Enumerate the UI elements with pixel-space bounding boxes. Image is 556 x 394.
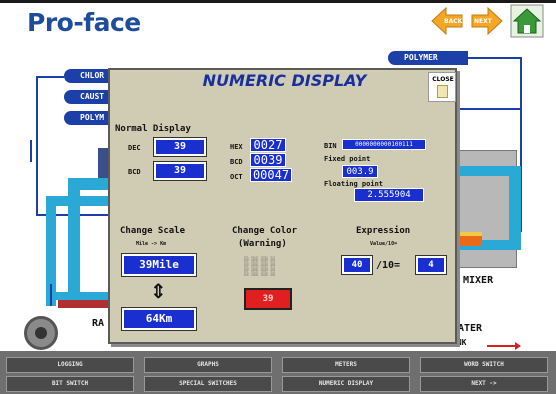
warning-legend: ░░ ░░░ ░░░ ░░ ░░ ░░░ ░░░ ░░ ░░ ░░░ ░░░ ░… [244,256,276,276]
bcd2-value: 0039 [250,153,286,167]
numeric-display-dialog: NUMERIC DISPLAY CLOSE Normal Display DEC… [108,68,457,344]
red-arrow-icon [487,345,517,347]
pipe [56,292,108,300]
bcd2-label: BCD [230,158,243,166]
expression-operator: /10= [376,260,401,271]
floating-point-value: 2.555904 [354,188,424,202]
hex-label: HEX [230,143,243,151]
chem-tag-polymer: POLYMER [388,51,468,65]
red-arrow-head [515,342,521,350]
next-label: NEXT [474,18,492,25]
expression-input[interactable]: 40 [341,255,373,275]
next-button[interactable]: NEXT [470,4,504,38]
back-button[interactable]: BACK [430,4,464,38]
dec-label: DEC [128,144,141,152]
back-label: BACK [444,18,463,25]
bcd-label: BCD [128,168,141,176]
chem-tag-polym: POLYM [64,111,114,125]
home-icon [510,4,544,38]
flow-line [36,76,64,78]
flow-line [50,284,52,306]
change-color-sub: (Warning) [238,239,287,249]
menu-next[interactable]: NEXT -> [420,376,548,392]
close-label: CLOSE [432,76,454,83]
dialog-title: NUMERIC DISPLAY [202,71,367,90]
flow-line [36,76,38,216]
pipe [509,166,521,250]
chem-tag-caust: CAUST [64,90,114,104]
menu-meters[interactable]: METERS [282,357,410,373]
oct-value: 00047 [250,168,292,182]
menu-logging[interactable]: LOGGING [6,357,134,373]
top-border [0,0,556,3]
ra-label: RA [92,318,105,329]
proface-logo: Pro-face [27,8,141,37]
mixer-label: MIXER [463,275,494,286]
flow-line [30,140,32,162]
ater-label: ATER [458,323,483,334]
change-color-heading: Change Color [232,226,298,236]
dec-value: 39 [153,137,207,157]
bin-value: 0000000000100111 [342,139,426,150]
change-scale-heading: Change Scale [120,226,186,236]
home-button[interactable] [510,4,544,38]
menu-special-switches[interactable]: SPECIAL SWITCHES [144,376,272,392]
menu-bit-switch[interactable]: BIT SWITCH [6,376,134,392]
hex-value: 0027 [250,138,286,152]
oct-label: OCT [230,173,243,181]
expression-sub: Value/10= [370,241,398,247]
menu-graphs[interactable]: GRAPHS [144,357,272,373]
pump-hub [35,327,47,339]
close-button[interactable]: CLOSE [428,72,456,102]
bin-label: BIN [324,142,337,150]
pipe [457,166,521,176]
chem-tag-chlor: CHLOR [64,69,114,83]
close-icon [437,85,448,98]
expression-heading: Expression [356,226,411,236]
bottom-menu: LOGGING GRAPHS METERS WORD SWITCH BIT SW… [0,351,556,394]
pipe [98,148,108,178]
up-down-arrow-icon: ⇕ [150,279,167,303]
fixed-point-label: Fixed point [324,155,371,163]
pipe [46,196,108,206]
flame-icon [460,232,482,246]
change-scale-sub: Mile -> Km [136,241,167,247]
fixed-point-value: 003.9 [342,165,378,178]
warning-value: 39 [244,288,292,310]
normal-display-heading: Normal Display [115,124,191,134]
expression-result: 4 [415,255,447,275]
km-value[interactable]: 64Km [121,307,197,331]
pipe [68,178,110,190]
mile-value[interactable]: 39Mile [121,253,197,277]
flow-line [468,57,520,59]
menu-numeric-display[interactable]: NUMERIC DISPLAY [282,376,410,392]
flow-line [456,108,520,110]
pipe-red [58,300,108,308]
bcd-value: 39 [153,161,207,181]
menu-word-switch[interactable]: WORD SWITCH [420,357,548,373]
floating-point-label: Floating point [324,180,384,188]
